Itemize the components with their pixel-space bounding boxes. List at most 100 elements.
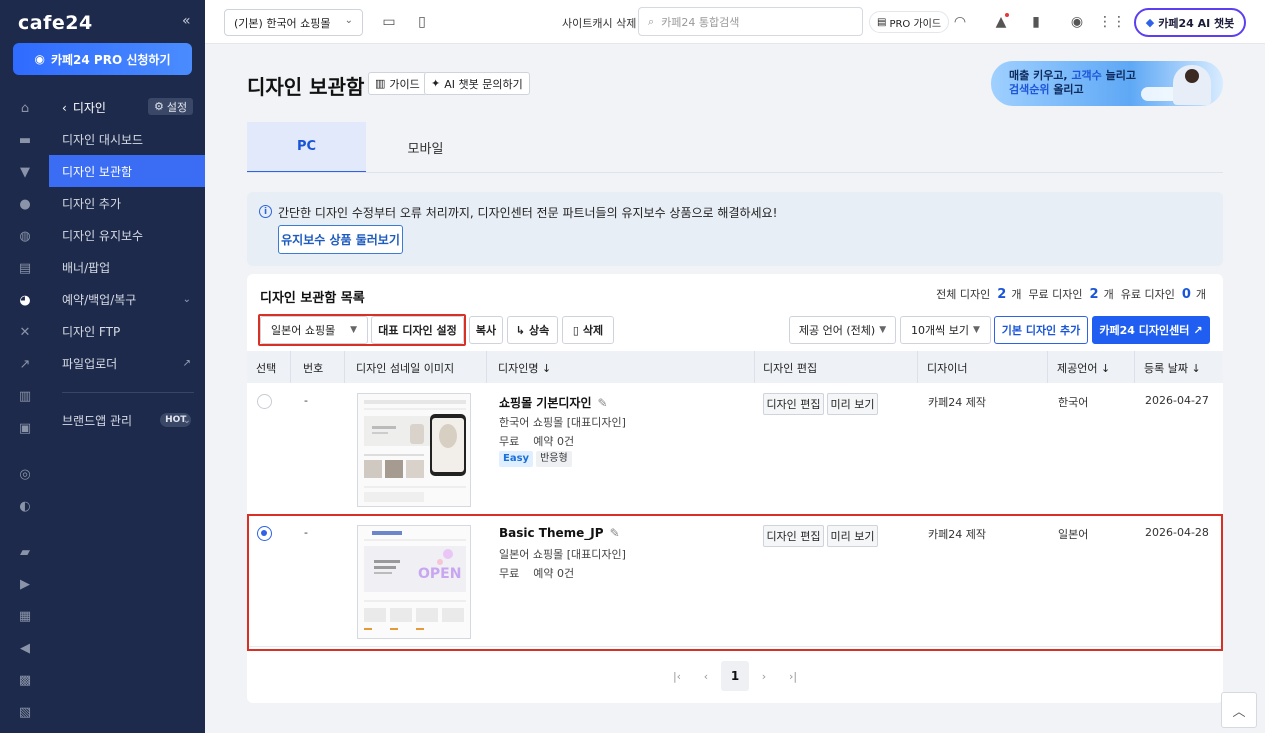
top-bar: (기본) 한국어 쇼핑몰 ⌄ ▭ ▯ 사이트캐시 삭제 ⌕ 카페24 통합검색 … [205, 0, 1265, 44]
design-price-reserve: 무료 예약 0건 [499, 435, 575, 448]
design-name[interactable]: 쇼핑몰 기본디자인 ✎ [499, 394, 608, 411]
open-graphic-text: OPEN [418, 566, 461, 582]
shop-select-value: (기본) 한국어 쇼핑몰 [234, 16, 331, 30]
shop-select[interactable]: (기본) 한국어 쇼핑몰 ⌄ [224, 9, 363, 36]
shirt-icon[interactable]: ▼ [17, 164, 33, 180]
sidebar-item-design-storage[interactable]: 디자인 보관함 [49, 155, 205, 187]
external-link-icon: ↗ [182, 357, 191, 369]
chevron-down-icon: ⌄ [182, 293, 191, 305]
next-page-icon[interactable]: › [750, 661, 778, 691]
col-designer: 디자이너 [927, 362, 968, 375]
account-icon[interactable]: ◉ [1068, 13, 1086, 31]
pro-apply-button[interactable]: ◉ 카페24 PRO 신청하기 [13, 43, 192, 75]
last-page-icon[interactable]: ›| [779, 661, 807, 691]
clear-cache-button[interactable]: 사이트캐시 삭제 [562, 15, 636, 31]
home-icon[interactable]: ⌂ [17, 100, 33, 116]
mobile-app-icon[interactable]: ▣ [17, 420, 33, 436]
cafe24-logo[interactable]: cafe24 [18, 12, 93, 34]
per-page-select[interactable]: 10개씩 보기 ▼ [900, 316, 991, 344]
design-thumbnail[interactable] [357, 393, 471, 507]
pencil-icon[interactable]: ✎ [598, 396, 608, 410]
col-date[interactable]: 등록 날짜 ↓ [1144, 360, 1201, 376]
language-filter-select[interactable]: 제공 언어 (전체) ▼ [789, 316, 896, 344]
collapse-sidebar-icon[interactable]: « [182, 13, 191, 29]
video-icon[interactable]: ▶ [17, 576, 33, 592]
sidebar-item-backup[interactable]: 예약/백업/복구 ⌄ [49, 283, 205, 315]
page-title: 디자인 보관함 [247, 75, 365, 99]
thumbnail-graphic: OPEN [358, 526, 470, 638]
design-list-card: 디자인 보관함 목록 전체 디자인 2 개 무료 디자인 2 개 유료 디자인 0 개 일본… [247, 274, 1223, 703]
sidebar-item-add-design[interactable]: 디자인 추가 [49, 187, 205, 219]
row-select-radio[interactable] [257, 394, 272, 409]
megaphone-icon[interactable]: ◀ [17, 640, 33, 656]
pc-view-icon[interactable]: ▭ [380, 13, 398, 31]
truck-icon[interactable]: ▰ [17, 544, 33, 560]
browse-maintenance-button[interactable]: 유지보수 상품 둘러보기 [278, 225, 403, 254]
palette-icon[interactable]: ◕ [17, 292, 33, 308]
grid-menu-icon[interactable]: ⋮⋮ [1098, 13, 1126, 31]
pro-guide-label: PRO 가이드 [889, 18, 942, 30]
board-icon[interactable]: ▤ [17, 260, 33, 276]
user-icon[interactable]: ● [17, 196, 33, 212]
design-thumbnail[interactable]: OPEN [357, 525, 471, 639]
report-icon[interactable]: ▥ [17, 388, 33, 404]
sidebar-item-dashboard[interactable]: 디자인 대시보드 [49, 123, 205, 155]
promo-banner[interactable]: 매출 키우고, 고객수 늘리고 검색순위 올리고 [991, 61, 1223, 106]
back-to-design[interactable]: ‹ 디자인 [62, 99, 106, 116]
design-settings-button[interactable]: ⚙ 설정 [148, 98, 194, 115]
sidebar-item-brand-app[interactable]: 브랜드앱 관리 HOT ⌄ [49, 404, 205, 436]
shop-filter-select[interactable]: 일본어 쇼핑몰 ▼ [260, 316, 368, 344]
sidebar-item-banner-popup[interactable]: 배너/팝업 [49, 251, 205, 283]
preview-button[interactable]: 미리 보기 [827, 525, 878, 547]
design-shop: 한국어 쇼핑몰 [대표디자인] [499, 416, 626, 429]
store-icon[interactable]: ▩ [17, 672, 33, 688]
pencil-icon[interactable]: ✎ [610, 526, 620, 540]
tab-pc[interactable]: PC [247, 122, 366, 173]
prev-page-icon[interactable]: ‹ [692, 661, 720, 691]
guide-button[interactable]: ▥ 가이드 [368, 72, 427, 95]
inherit-button[interactable]: ↳ 상속 [507, 316, 558, 344]
design-edit-button[interactable]: 디자인 편집 [763, 393, 824, 415]
add-basic-design-button[interactable]: 기본 디자인 추가 [994, 316, 1088, 344]
apps-icon[interactable]: ▧ [17, 704, 33, 720]
bell-icon[interactable]: ▲ [992, 13, 1010, 31]
tab-mobile[interactable]: 모바일 [366, 122, 485, 173]
headset-icon[interactable]: ◠ [951, 13, 969, 31]
search-placeholder: 카페24 통합검색 [661, 15, 740, 29]
col-design-name[interactable]: 디자인명 ↓ [498, 360, 551, 376]
pro-guide-button[interactable]: ▤ PRO 가이드 [869, 11, 950, 33]
copy-button[interactable]: 복사 [469, 316, 503, 344]
scroll-top-button[interactable]: ︿ [1221, 692, 1257, 728]
promotion-icon[interactable]: ✕ [17, 324, 33, 340]
design-name[interactable]: Basic Theme_JP ✎ [499, 526, 620, 540]
mobile-view-icon[interactable]: ▯ [413, 13, 431, 31]
sidebar-item-maintenance[interactable]: 디자인 유지보수 [49, 219, 205, 251]
design-edit-button[interactable]: 디자인 편집 [763, 525, 824, 547]
ai-inquiry-button[interactable]: ✦ AI 챗봇 문의하기 [424, 72, 530, 95]
pro-badge-icon[interactable]: ◎ [17, 466, 33, 482]
sidebar-item-ftp[interactable]: 디자인 FTP [49, 315, 205, 347]
design-center-button[interactable]: 카페24 디자인센터 ↗ [1092, 316, 1210, 344]
page-number[interactable]: 1 [721, 661, 749, 691]
bag-icon[interactable]: ▦ [17, 608, 33, 624]
ai-chatbot-button[interactable]: ◆ 카페24 AI 챗봇 [1134, 8, 1246, 37]
search-input[interactable]: ⌕ 카페24 통합검색 [638, 7, 863, 36]
sidebar-item-label: 디자인 추가 [62, 196, 122, 211]
responsive-tag: 반응형 [536, 451, 572, 467]
cart-icon[interactable]: ▬ [17, 132, 33, 148]
person-graphic [1173, 65, 1211, 105]
row-select-radio[interactable] [257, 526, 272, 541]
col-language[interactable]: 제공언어 ↓ [1057, 360, 1110, 376]
bookmark-icon[interactable]: ▮ [1027, 13, 1045, 31]
set-default-design-button[interactable]: 대표 디자인 설정 [371, 316, 464, 344]
delete-button[interactable]: ▯ 삭제 [562, 316, 614, 344]
col-thumbnail: 디자인 섬네일 이미지 [356, 362, 455, 375]
first-page-icon[interactable]: |‹ [663, 661, 691, 691]
chatbot-icon: ◆ [1145, 16, 1155, 29]
preview-button[interactable]: 미리 보기 [827, 393, 878, 415]
sidebar: cafe24 « ◉ 카페24 PRO 신청하기 ⌂ ▬ ▼ ● ◍ ▤ ◕ ✕… [0, 0, 205, 733]
sidebar-item-file-uploader[interactable]: 파일업로더 ↗ [49, 347, 205, 379]
globe-icon[interactable]: ◐ [17, 498, 33, 514]
chat-icon[interactable]: ◍ [17, 228, 33, 244]
stats-icon[interactable]: ↗ [17, 356, 33, 372]
